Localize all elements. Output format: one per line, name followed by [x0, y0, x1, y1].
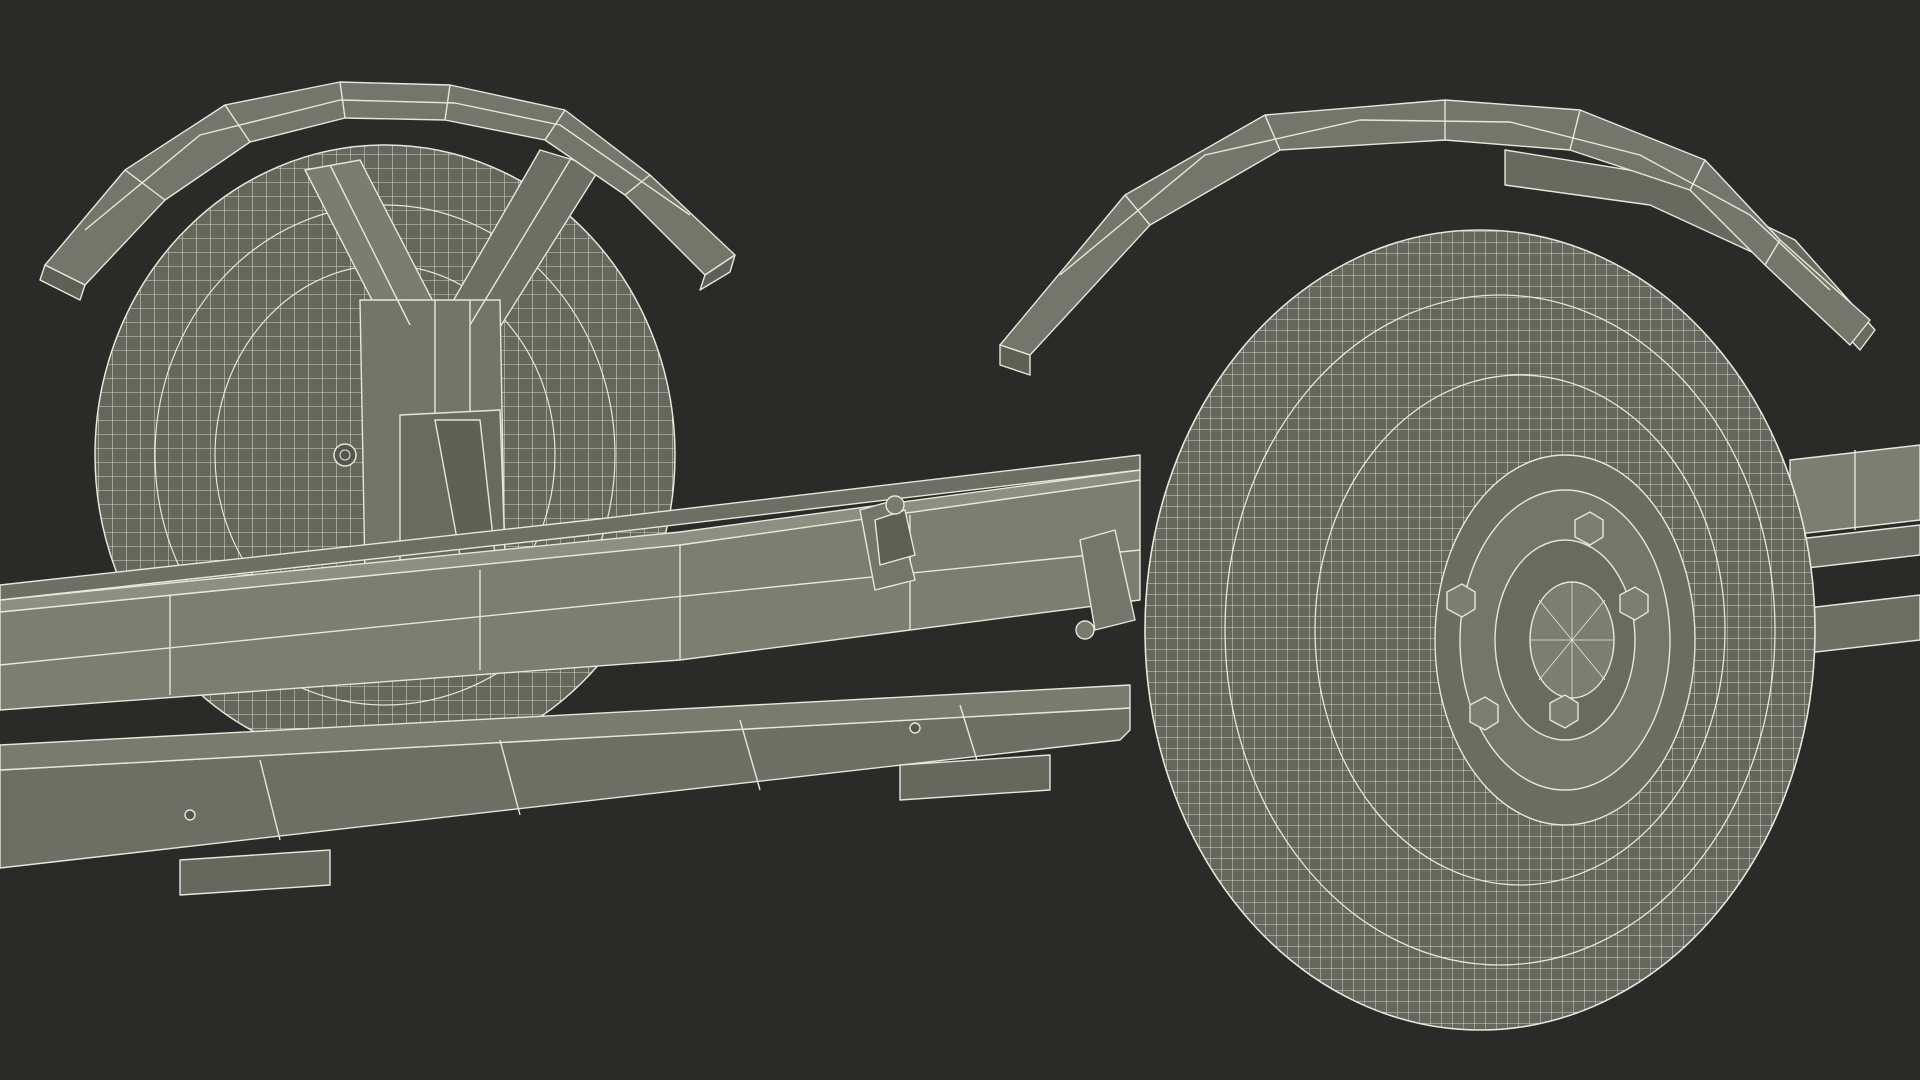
render-viewport[interactable]: [0, 0, 1920, 1080]
wireframe-model: [0, 0, 1920, 1080]
left-wheel-bolt: [333, 443, 357, 467]
hub-cap: [1529, 581, 1615, 699]
right-wheel-hub: [1434, 454, 1696, 826]
